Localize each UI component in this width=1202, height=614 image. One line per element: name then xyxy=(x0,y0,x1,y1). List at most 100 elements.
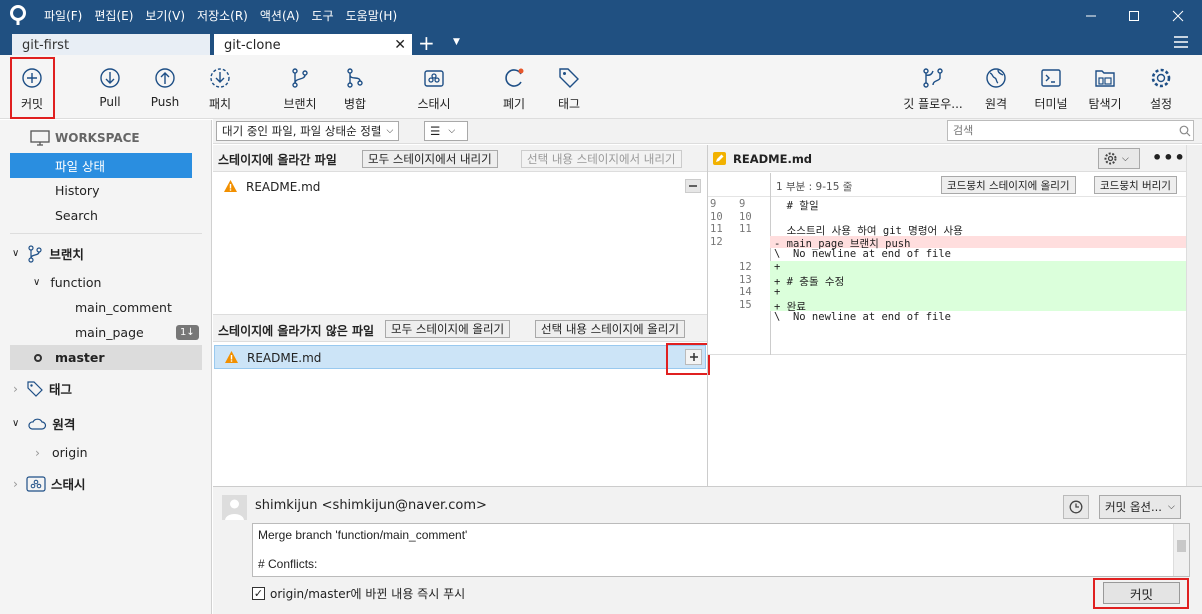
diff-line: \ No newline at end of file xyxy=(708,248,1186,261)
menu-tools[interactable]: 도구 xyxy=(312,7,334,24)
unstage-selected-button[interactable]: 선택 내용 스테이지에서 내리기 xyxy=(521,150,682,168)
chevron-right-icon: › xyxy=(13,476,18,491)
patch-button[interactable]: 패치 xyxy=(198,55,242,119)
tab-git-clone[interactable]: git-clone ✕ xyxy=(214,34,412,56)
close-tab-icon[interactable]: ✕ xyxy=(394,37,406,53)
main-page-label: main_page xyxy=(75,325,144,340)
minimize-icon xyxy=(1086,15,1096,16)
diff-line-text: \ No newline at end of file xyxy=(774,248,952,261)
close-icon xyxy=(1172,10,1184,21)
unstage-all-button[interactable]: 모두 스테이지에서 내리기 xyxy=(362,150,498,168)
checkbox-checked-icon[interactable]: ✓ xyxy=(252,587,265,600)
terminal-button[interactable]: 터미널 xyxy=(1029,55,1073,119)
tag-button[interactable]: 태그 xyxy=(547,55,591,119)
pull-button[interactable]: Pull xyxy=(88,55,132,119)
hamburger-menu-icon[interactable] xyxy=(1173,35,1189,52)
diff-line-text: # 할일 xyxy=(774,200,819,212)
gitflow-button[interactable]: 깃 플로우... xyxy=(898,55,968,119)
sidebar-item-origin[interactable]: › origin xyxy=(0,440,212,465)
menu-file[interactable]: 파일(F) xyxy=(44,7,82,24)
chevron-down-icon: ∨ xyxy=(12,418,20,429)
scrollbar-thumb[interactable] xyxy=(1177,540,1186,552)
stage-selected-button[interactable]: 선택 내용 스테이지에 올리기 xyxy=(535,320,685,338)
push-button[interactable]: Push xyxy=(143,55,187,119)
sidebar-section-tags[interactable]: › 태그 xyxy=(0,376,212,401)
stash-icon xyxy=(424,70,444,87)
tab-git-first[interactable]: git-first xyxy=(12,34,210,56)
explorer-button[interactable]: 탐색기 xyxy=(1083,55,1127,119)
commit-history-button[interactable] xyxy=(1063,495,1089,519)
list-item[interactable]: README.md xyxy=(213,175,707,197)
commit-message-line: # Conflicts: xyxy=(258,557,318,571)
staged-title: 스테이지에 올라간 파일 xyxy=(218,153,337,167)
branch-button[interactable]: 브랜치 xyxy=(278,55,322,119)
sidebar-section-stashes[interactable]: › 스태시 xyxy=(0,471,212,496)
staged-header: 스테이지에 올라간 파일 모두 스테이지에서 내리기 선택 내용 스테이지에서 … xyxy=(213,145,707,172)
view-mode-dropdown[interactable]: ☰ ⌵ xyxy=(424,121,468,141)
commit-options-label: 커밋 옵션... xyxy=(1105,500,1162,514)
new-line-number: 12 xyxy=(739,261,752,273)
new-tab-button[interactable]: + xyxy=(418,31,435,55)
menu-edit[interactable]: 편집(E) xyxy=(94,7,133,24)
sidebar-section-remotes[interactable]: ∨ 원격 xyxy=(0,411,212,436)
sidebar-item-file-status[interactable]: 파일 상태 xyxy=(10,153,192,178)
diff-scrollbar[interactable] xyxy=(1186,145,1202,486)
discard-button[interactable]: 폐기 xyxy=(492,55,536,119)
new-line-number xyxy=(739,248,770,261)
message-scrollbar[interactable] xyxy=(1173,524,1189,576)
push-immediately-option[interactable]: ✓ origin/master에 바뀐 내용 즉시 푸시 xyxy=(252,585,465,602)
discard-hunk-button[interactable]: 코드뭉치 버리기 xyxy=(1094,176,1177,194)
settings-label: 설정 xyxy=(1149,97,1173,111)
minimize-button[interactable] xyxy=(1069,0,1113,31)
commit-message-input[interactable]: Merge branch 'function/main_comment' # C… xyxy=(252,523,1190,577)
folder-icon xyxy=(1095,70,1115,87)
stash-button[interactable]: 스태시 xyxy=(412,55,456,119)
patch-label: 패치 xyxy=(208,97,232,111)
tab-dropdown-icon[interactable]: ▼ xyxy=(453,37,460,47)
user-icon xyxy=(225,499,244,520)
diff-settings-dropdown[interactable]: ⌵ xyxy=(1098,148,1140,169)
menu-actions[interactable]: 액션(A) xyxy=(260,7,300,24)
behind-count-badge: 1↓ xyxy=(176,325,199,340)
unstage-file-button[interactable] xyxy=(685,179,701,193)
menu-help[interactable]: 도움말(H) xyxy=(346,7,398,24)
diff-line: 12 + xyxy=(708,261,1186,274)
maximize-button[interactable] xyxy=(1112,0,1156,31)
diff-line: 12 - main_page 브랜치 push xyxy=(708,235,1186,250)
menu-repository[interactable]: 저장소(R) xyxy=(197,7,248,24)
diff-line: 10 10 xyxy=(708,211,1186,224)
diff-line-text: + xyxy=(770,261,1186,274)
old-line-number: 12 xyxy=(710,235,723,248)
new-line-number: 9 xyxy=(739,198,746,210)
search-input[interactable] xyxy=(947,120,1194,141)
close-window-button[interactable] xyxy=(1156,0,1200,31)
sidebar-item-main-page[interactable]: main_page 1↓ xyxy=(0,320,212,345)
sidebar-item-search[interactable]: Search xyxy=(0,203,212,228)
stage-hunk-button[interactable]: 코드뭉치 스테이지에 올리기 xyxy=(941,176,1076,194)
gear-icon xyxy=(1104,152,1117,165)
minus-icon xyxy=(689,185,697,187)
list-item[interactable]: README.md xyxy=(214,345,706,369)
commit-options-dropdown[interactable]: 커밋 옵션... ⌵ xyxy=(1099,495,1181,519)
old-line-number xyxy=(708,286,739,299)
origin-label: origin xyxy=(52,445,88,460)
diff-line: 9 9 # 할일 xyxy=(708,198,1186,212)
sidebar-item-history[interactable]: History xyxy=(0,178,212,203)
sort-dropdown[interactable]: 대기 중인 파일, 파일 상태순 정렬 ⌵ xyxy=(216,121,400,141)
more-options-icon[interactable]: ••• xyxy=(1152,148,1186,167)
modified-file-icon xyxy=(713,152,726,165)
remote-button[interactable]: 원격 xyxy=(974,55,1018,119)
sidebar-item-master[interactable]: master xyxy=(10,345,202,370)
new-line-number xyxy=(739,236,770,249)
sidebar-section-branches[interactable]: ∨ 브랜치 xyxy=(0,241,212,266)
old-line-number: 11 xyxy=(710,223,723,236)
sidebar-item-main-comment[interactable]: main_comment xyxy=(0,295,212,320)
stage-all-button[interactable]: 모두 스테이지에 올리기 xyxy=(385,320,511,338)
merge-button[interactable]: 병합 xyxy=(333,55,377,119)
unstaged-header: 스테이지에 올라가지 않은 파일 모두 스테이지에 올리기 선택 내용 스테이지… xyxy=(213,314,707,342)
commit-button[interactable]: 커밋 xyxy=(1103,582,1180,604)
globe-icon xyxy=(986,68,1006,88)
sidebar-item-function[interactable]: ∨ function xyxy=(0,270,212,295)
settings-button[interactable]: 설정 xyxy=(1139,55,1183,119)
menu-view[interactable]: 보기(V) xyxy=(145,7,185,24)
